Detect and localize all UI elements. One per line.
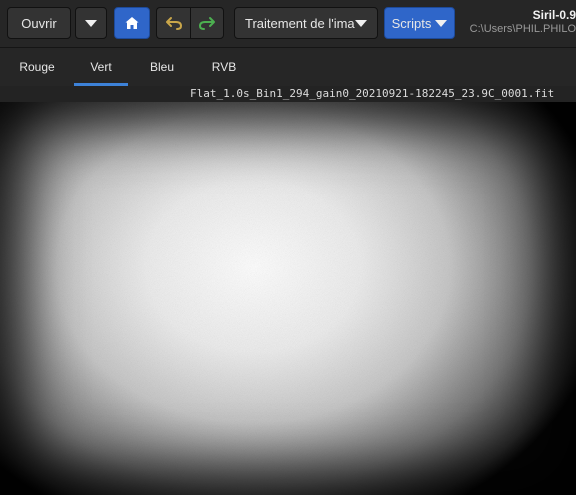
open-button[interactable]: Ouvrir (7, 7, 71, 39)
undo-button[interactable] (156, 7, 190, 39)
undo-icon (165, 17, 182, 30)
image-processing-menu[interactable]: Traitement de l'ima… (234, 7, 378, 39)
tab-rouge[interactable]: Rouge (8, 48, 66, 86)
image-processing-label: Traitement de l'ima… (245, 15, 355, 31)
tab-rvb[interactable]: RVB (196, 48, 252, 86)
channel-tabs: Rouge Vert Bleu RVB (0, 48, 576, 86)
window-title-block: Siril-0.9 C:\Users\PHIL.PHILO (468, 8, 576, 36)
redo-button[interactable] (190, 7, 224, 39)
redo-icon (198, 17, 215, 30)
chevron-down-icon (435, 19, 448, 27)
header-bar: Ouvrir Traitement de l'ima… (0, 0, 576, 48)
working-directory: C:\Users\PHIL.PHILO (469, 23, 576, 35)
open-menu-button[interactable] (75, 7, 107, 39)
siril-window: Ouvrir Traitement de l'ima… (0, 0, 576, 495)
home-icon (125, 17, 139, 29)
home-button[interactable] (114, 7, 150, 39)
scripts-label: Scripts (391, 15, 432, 31)
image-filename: Flat_1.0s_Bin1_294_gain0_20210921-182245… (0, 86, 576, 102)
tab-bleu[interactable]: Bleu (134, 48, 190, 86)
chevron-down-icon (355, 19, 367, 27)
app-title: Siril-0.9 (532, 8, 576, 22)
scripts-menu[interactable]: Scripts (384, 7, 455, 39)
chevron-down-icon (85, 19, 97, 27)
image-viewport[interactable] (0, 102, 576, 495)
image-vignette (0, 102, 576, 495)
tab-vert[interactable]: Vert (74, 48, 128, 86)
